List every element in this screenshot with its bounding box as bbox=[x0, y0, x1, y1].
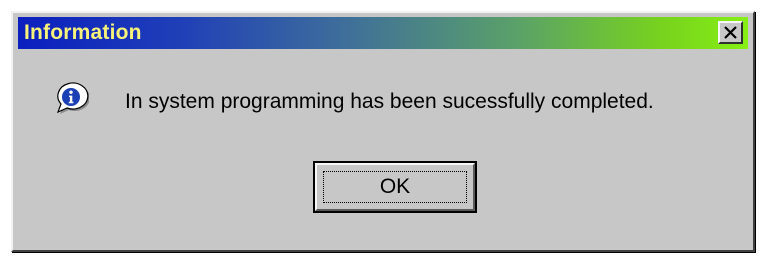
ok-button[interactable]: OK bbox=[313, 161, 477, 213]
ok-button-label: OK bbox=[379, 175, 411, 198]
close-button[interactable] bbox=[718, 21, 743, 44]
information-icon bbox=[56, 82, 89, 114]
close-icon bbox=[724, 26, 737, 39]
title-bar[interactable]: Information bbox=[18, 17, 748, 49]
message-text: In system programming has been sucessful… bbox=[125, 90, 654, 113]
dialog-title: Information bbox=[24, 21, 142, 44]
information-dialog: Information In system programming has be… bbox=[11, 11, 755, 252]
